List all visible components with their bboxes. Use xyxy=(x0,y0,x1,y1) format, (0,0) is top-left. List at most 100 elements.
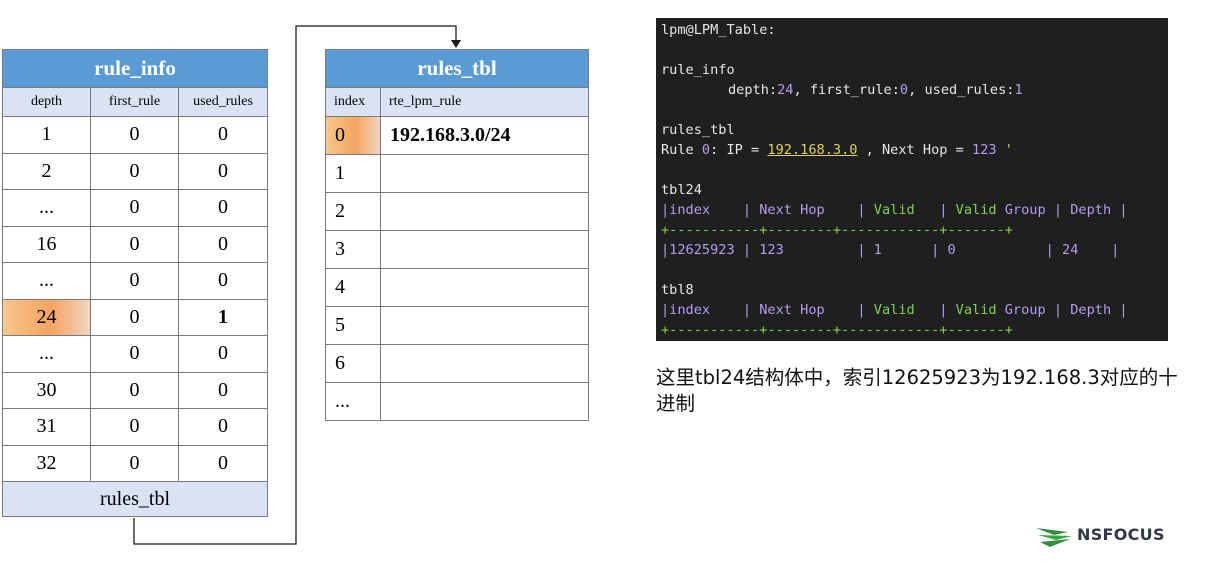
table-row-highlighted: 0 192.168.3.0/24 xyxy=(325,116,589,155)
rule-cell xyxy=(380,344,589,383)
nsfocus-logo-text: NSFOCUS xyxy=(1077,525,1165,544)
depth-cell-highlighted: 24 xyxy=(2,298,91,336)
terminal-tbl8-header: |index | Next Hop | Valid | Valid Group … xyxy=(661,300,1128,320)
index-cell: 4 xyxy=(325,268,381,307)
depth-cell: 2 xyxy=(2,152,91,190)
first-rule-cell: 0 xyxy=(90,116,179,154)
header-index: index xyxy=(325,87,381,117)
table-row-highlighted: 24 0 1 xyxy=(2,298,269,336)
depth-cell: 1 xyxy=(2,116,91,154)
terminal-rule-line: Rule 0: IP = 192.168.3.0 , Next Hop = 12… xyxy=(661,140,1013,160)
index-cell: 3 xyxy=(325,230,381,269)
first-rule-cell: 0 xyxy=(90,152,179,190)
used-rules-cell: 0 xyxy=(177,444,269,482)
rule-ip: 192.168.3.0 xyxy=(767,142,858,158)
tbl24-header-valid-group-a: Valid xyxy=(955,202,997,218)
first-rule-cell: 0 xyxy=(90,189,179,227)
rule-cell xyxy=(380,268,589,307)
index-cell: 6 xyxy=(325,344,381,383)
terminal-rules-tbl-label: rules_tbl xyxy=(661,122,735,138)
table-row: ... 0 0 xyxy=(2,262,269,300)
table-row: 31 0 0 xyxy=(2,408,269,446)
depth-cell: 30 xyxy=(2,371,91,409)
table-row: ... 0 0 xyxy=(2,189,269,227)
rule-cell xyxy=(380,154,589,193)
tbl8-header-part1: |index | Next Hop | xyxy=(661,302,874,318)
table-row: 6 xyxy=(325,344,589,383)
table-row: 2 0 0 xyxy=(2,152,269,190)
first-rule-cell: 0 xyxy=(90,262,179,300)
next-hop-key: , Next Hop = xyxy=(857,142,973,158)
terminal-tbl24-row: |12625923 | 123 | 1 | 0 | 24 | xyxy=(661,242,1120,258)
index-cell: 2 xyxy=(325,192,381,231)
rule-info-title: rule_info xyxy=(1,49,269,88)
table-row: 30 0 0 xyxy=(2,371,269,409)
table-row: 4 xyxy=(325,268,589,307)
table-row: 2 xyxy=(325,192,589,231)
tbl8-header-valid-group-a: Valid xyxy=(955,302,997,318)
used-rules-key: , used_rules: xyxy=(908,82,1015,98)
rule-info-footer: rules_tbl xyxy=(1,481,269,517)
tbl24-header-part2: | xyxy=(914,202,956,218)
tbl24-header-part3: | Depth | xyxy=(1045,202,1128,218)
first-rule-cell: 0 xyxy=(90,335,179,373)
terminal-header: lpm@LPM_Table: xyxy=(661,22,776,38)
tbl8-header-valid-group-b: Group xyxy=(996,302,1046,318)
rule-prefix: Rule xyxy=(661,142,702,158)
table-row: 3 xyxy=(325,230,589,269)
used-rules-cell: 0 xyxy=(177,371,269,409)
terminal-rule-info-line: depth:24, first_rule:0, used_rules:1 xyxy=(728,80,1023,100)
rule-cell xyxy=(380,382,589,421)
depth-key: depth: xyxy=(728,82,778,98)
terminal-tbl24-separator: +-----------+--------+------------+-----… xyxy=(661,222,1013,238)
caption-text: 这里tbl24结构体中，索引12625923为192.168.3对应的十进制 xyxy=(656,366,1178,415)
index-cell: 1 xyxy=(325,154,381,193)
table-row: 1 xyxy=(325,154,589,193)
first-rule-cell: 0 xyxy=(90,444,179,482)
rule-number: 0 xyxy=(701,142,711,158)
terminal-output: lpm@LPM_Table: rule_info depth:24, first… xyxy=(656,18,1168,341)
tbl24-header-valid-group-b: Group xyxy=(996,202,1046,218)
used-rules-cell: 0 xyxy=(177,335,269,373)
table-row: 16 0 0 xyxy=(2,225,269,263)
depth-cell: 16 xyxy=(2,225,91,263)
header-used-rules: used_rules xyxy=(177,87,269,117)
tbl8-header-part2: | xyxy=(914,302,956,318)
table-row: ... 0 0 xyxy=(2,335,269,373)
rule-tail: ' xyxy=(996,142,1013,158)
tbl24-header-part1: |index | Next Hop | xyxy=(661,202,874,218)
rules-tbl-title: rules_tbl xyxy=(325,49,589,88)
tbl24-header-valid: Valid xyxy=(873,202,915,218)
table-row: 32 0 0 xyxy=(2,444,269,482)
rule-cell xyxy=(380,230,589,269)
header-first-rule: first_rule xyxy=(90,87,179,117)
index-cell: 5 xyxy=(325,306,381,345)
header-rte-lpm-rule: rte_lpm_rule xyxy=(380,87,589,117)
depth-cell: ... xyxy=(2,189,91,227)
nsfocus-logo-icon xyxy=(1036,528,1072,547)
table-row: 1 0 0 xyxy=(2,116,269,154)
terminal-tbl8-separator: +-----------+--------+------------+-----… xyxy=(661,322,1013,338)
first-rule-cell: 0 xyxy=(90,371,179,409)
tbl8-header-valid: Valid xyxy=(873,302,915,318)
first-rule-cell: 0 xyxy=(90,298,179,336)
depth-cell: 31 xyxy=(2,408,91,446)
depth-cell: 32 xyxy=(2,444,91,482)
used-rules-cell: 0 xyxy=(177,189,269,227)
rule-cell: 192.168.3.0/24 xyxy=(380,116,589,155)
used-rules-cell: 1 xyxy=(177,298,269,336)
terminal-tbl24-label: tbl24 xyxy=(661,182,702,198)
rule-cell xyxy=(380,192,589,231)
used-rules-value: 1 xyxy=(1014,82,1023,98)
table-row: ... xyxy=(325,382,589,421)
used-rules-cell: 0 xyxy=(177,152,269,190)
first-rule-cell: 0 xyxy=(90,408,179,446)
next-hop-value: 123 xyxy=(972,142,997,158)
used-rules-cell: 0 xyxy=(177,262,269,300)
used-rules-cell: 0 xyxy=(177,408,269,446)
first-rule-key: , first_rule: xyxy=(793,82,900,98)
rule-mid: : IP = xyxy=(710,142,768,158)
nsfocus-logo: NSFOCUS xyxy=(1034,522,1184,550)
first-rule-value: 0 xyxy=(899,82,909,98)
terminal-tbl24-header: |index | Next Hop | Valid | Valid Group … xyxy=(661,200,1128,220)
